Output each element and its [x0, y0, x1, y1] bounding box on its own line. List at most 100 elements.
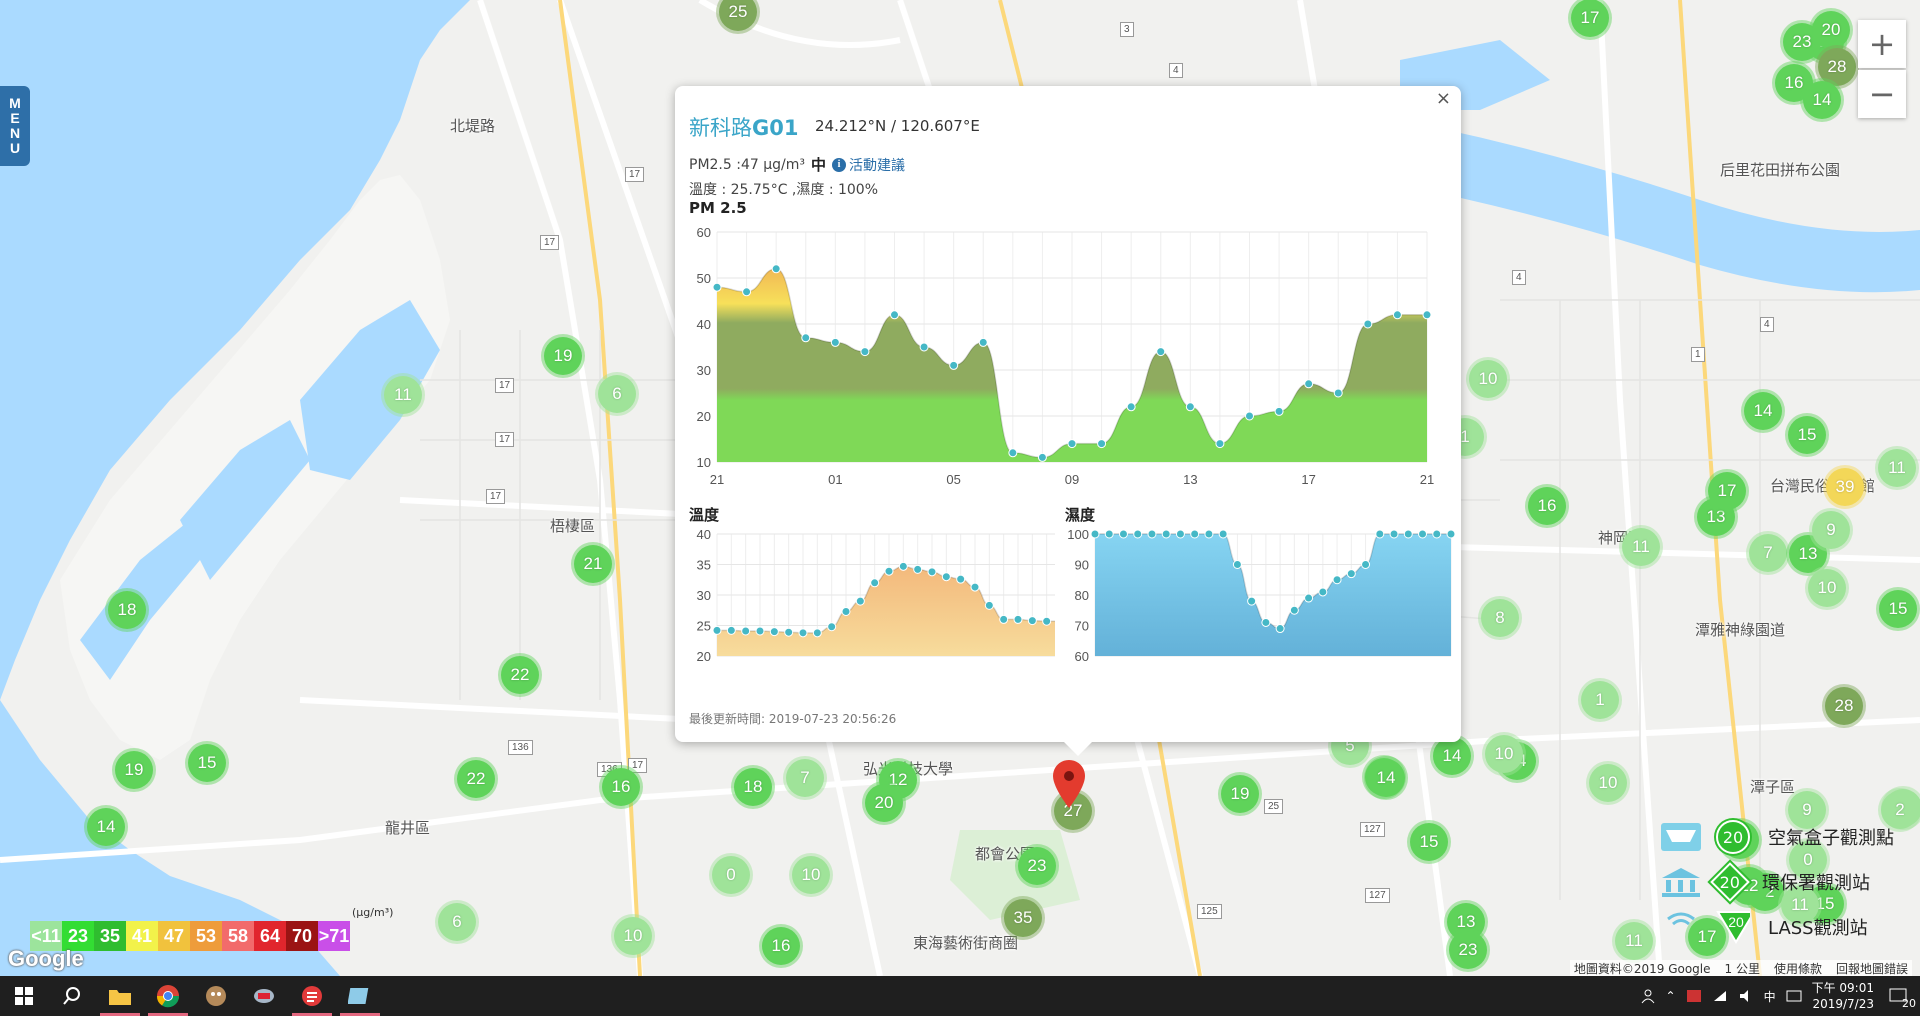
sensor-marker[interactable]: 23 [1015, 844, 1059, 888]
sensor-marker[interactable]: 10 [1466, 357, 1510, 401]
sensor-marker[interactable]: 14 [1364, 756, 1408, 800]
network-icon[interactable] [1712, 989, 1728, 1003]
system-clock[interactable]: 下午 09:01 2019/7/23 [1812, 980, 1874, 1012]
sensor-marker[interactable]: 7 [1746, 531, 1790, 575]
app-button[interactable] [336, 976, 384, 1016]
data-point [1389, 529, 1399, 539]
sensor-marker[interactable]: 28 [1822, 684, 1866, 728]
sensor-marker[interactable]: 15 [1407, 820, 1451, 864]
keyboard-icon[interactable] [1786, 989, 1802, 1003]
road-shield: 4 [1760, 317, 1774, 332]
sensor-marker[interactable]: 11 [1619, 525, 1663, 569]
shield-icon[interactable] [1686, 989, 1702, 1003]
sensor-marker[interactable]: 23 [1446, 928, 1490, 972]
road-shield: 17 [486, 489, 506, 504]
sensor-marker[interactable]: 19 [541, 334, 585, 378]
people-icon[interactable] [1640, 988, 1656, 1004]
search-button[interactable] [48, 976, 96, 1016]
volume-icon[interactable] [1738, 989, 1754, 1003]
data-point [755, 626, 765, 636]
sensor-marker[interactable]: 25 [716, 0, 760, 34]
sensor-marker[interactable]: 18 [105, 588, 149, 632]
zoom-out-button[interactable]: − [1858, 70, 1906, 118]
sensor-marker[interactable]: 6 [595, 372, 639, 416]
sensor-marker[interactable]: 15 [185, 741, 229, 785]
data-point [1126, 402, 1136, 412]
sensor-marker[interactable]: 39 [1823, 465, 1867, 509]
sensor-marker[interactable]: 8 [1478, 596, 1522, 640]
sensor-marker[interactable]: 16 [599, 765, 643, 809]
app-button[interactable] [288, 976, 336, 1016]
map-footer: 地圖資料©2019 Google 1 公里 使用條款 回報地圖錯誤 [1569, 960, 1912, 977]
sensor-marker[interactable]: 10 [789, 853, 833, 897]
sensor-marker[interactable]: 11 [381, 373, 425, 417]
sensor-marker[interactable]: 14 [1800, 78, 1844, 122]
sensor-marker[interactable]: 21 [571, 542, 615, 586]
sensor-marker[interactable]: 1 [1578, 678, 1622, 722]
sensor-marker[interactable]: 22 [454, 757, 498, 801]
data-point [1218, 529, 1228, 539]
menu-tab[interactable]: M E N U [0, 86, 30, 166]
activity-advice-label: 活動建議 [849, 157, 905, 174]
chrome-icon [156, 985, 180, 1008]
sensor-marker[interactable]: 11 [1612, 919, 1656, 963]
clock-date: 2019/7/23 [1812, 997, 1874, 1011]
station-name-code: G01 [752, 116, 799, 140]
sensor-marker[interactable]: 9 [1809, 508, 1853, 552]
sensor-marker[interactable]: 17 [1568, 0, 1612, 40]
sensor-marker[interactable]: 15 [1785, 413, 1829, 457]
data-point [1245, 411, 1254, 421]
report-error-link[interactable]: 回報地圖錯誤 [1836, 960, 1908, 977]
selected-location-pin-icon[interactable] [1052, 760, 1086, 810]
notification-center-button[interactable]: 20 [1884, 988, 1916, 1010]
sensor-marker[interactable]: 0 [709, 853, 753, 897]
humidity-chart-title: 濕度 [1065, 506, 1096, 524]
sensor-marker[interactable]: 20 [1809, 8, 1853, 52]
x-tick-label: 21 [710, 472, 724, 486]
data-point [712, 625, 722, 635]
sensor-marker[interactable]: 14 [1741, 389, 1785, 433]
data-point [1446, 529, 1455, 539]
sensor-marker[interactable]: 10 [611, 914, 655, 958]
data-point [1332, 575, 1342, 585]
y-tick-label: 20 [697, 649, 711, 664]
data-point [956, 574, 966, 584]
data-point [1304, 593, 1314, 603]
sensor-marker[interactable]: 14 [84, 805, 128, 849]
popup-close-button[interactable]: × [1436, 88, 1451, 109]
sensor-marker[interactable]: 22 [498, 653, 542, 697]
sensor-marker[interactable]: 19 [112, 748, 156, 792]
sensor-marker[interactable]: 16 [759, 924, 803, 968]
data-point [1104, 529, 1114, 539]
data-point [1185, 402, 1195, 412]
legend-diamond-marker: 20 [1710, 862, 1750, 902]
app-button[interactable] [240, 976, 288, 1016]
sensor-marker[interactable]: 10 [1805, 566, 1849, 610]
chrome-button[interactable] [144, 976, 192, 1016]
system-tray: ⌃ 中 下午 09:01 2019/7/23 20 [1640, 976, 1920, 1016]
sensor-marker[interactable]: 18 [731, 765, 775, 809]
sensor-marker[interactable]: 10 [1586, 761, 1630, 805]
data-point [1375, 529, 1385, 539]
sensor-marker[interactable]: 10 [1482, 732, 1526, 776]
sensor-marker[interactable]: 16 [1525, 484, 1569, 528]
sensor-marker[interactable]: 19 [1218, 772, 1262, 816]
sensor-marker[interactable]: 6 [435, 900, 479, 944]
file-explorer-button[interactable] [96, 976, 144, 1016]
sensor-marker[interactable]: 11 [1875, 446, 1919, 490]
terms-link[interactable]: 使用條款 [1774, 960, 1822, 977]
sensor-marker[interactable]: 7 [783, 756, 827, 800]
app-button[interactable] [192, 976, 240, 1016]
sensor-marker[interactable]: 20 [862, 781, 906, 825]
sensor-marker[interactable]: 35 [1001, 896, 1045, 940]
activity-advice-link[interactable]: i 活動建議 [832, 155, 905, 175]
ime-indicator[interactable]: 中 [1764, 988, 1776, 1005]
start-button[interactable] [0, 976, 48, 1016]
data-point [771, 264, 781, 274]
show-hidden-icons[interactable]: ⌃ [1666, 989, 1676, 1003]
zoom-in-button[interactable]: + [1858, 20, 1906, 68]
sensor-marker[interactable]: 17 [1705, 469, 1749, 513]
legend-diamond-value: 20 [1719, 872, 1741, 892]
sensor-marker[interactable]: 14 [1430, 734, 1474, 778]
sensor-marker[interactable]: 15 [1876, 587, 1920, 631]
